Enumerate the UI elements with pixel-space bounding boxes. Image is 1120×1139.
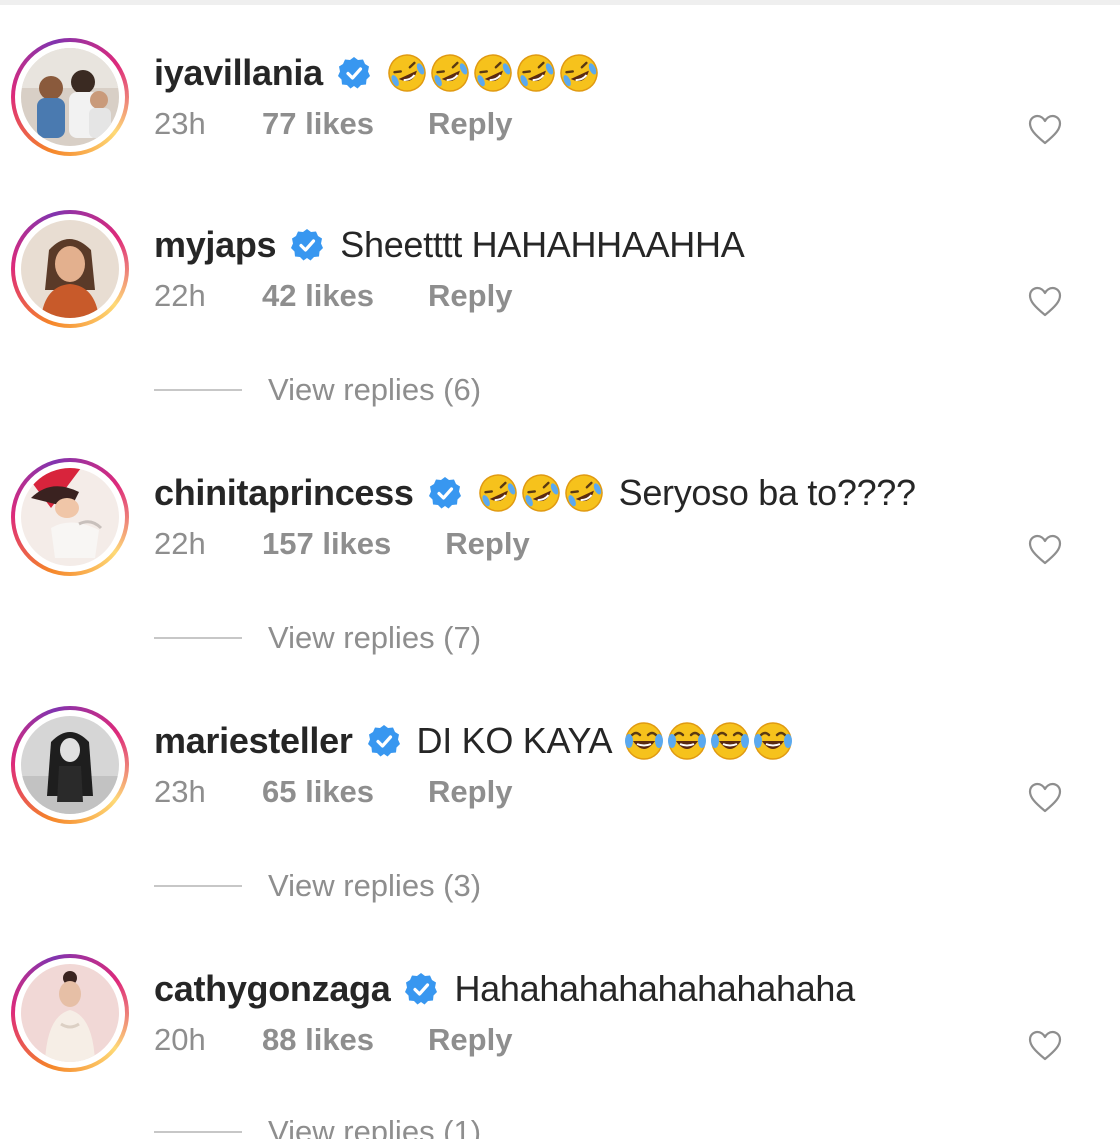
- view-replies-link[interactable]: View replies (6): [154, 370, 481, 410]
- replies-divider: [154, 637, 242, 639]
- comment-header: myjaps Sheetttt HAHAHHAAHHA: [154, 220, 745, 270]
- username[interactable]: chinitaprincess: [154, 472, 414, 514]
- view-replies-label[interactable]: View replies (7): [268, 620, 481, 656]
- heart-icon[interactable]: [1028, 782, 1062, 814]
- verified-badge-icon: [337, 57, 370, 89]
- likes-count[interactable]: 65 likes: [262, 774, 374, 810]
- avatar-photo: [21, 48, 119, 146]
- avatar[interactable]: [11, 210, 129, 328]
- replies-divider: [154, 1131, 242, 1133]
- view-replies-link[interactable]: View replies (3): [154, 866, 481, 906]
- heart-icon[interactable]: [1028, 1030, 1062, 1062]
- comment-meta: 22h 157 likes Reply: [154, 526, 530, 562]
- reply-button[interactable]: Reply: [428, 1022, 512, 1058]
- rolling-laughing-emoji: [517, 54, 555, 92]
- likes-count[interactable]: 42 likes: [262, 278, 374, 314]
- comment-text: Hahahahahahahahahaha: [454, 968, 855, 1009]
- replies-divider: [154, 389, 242, 391]
- verified-badge-icon: [367, 725, 400, 757]
- reply-button[interactable]: Reply: [428, 774, 512, 810]
- comment-header: iyavillania: [154, 48, 614, 98]
- avatar-photo: [21, 468, 119, 566]
- username[interactable]: iyavillania: [154, 52, 323, 94]
- rolling-laughing-emoji: [431, 54, 469, 92]
- avatar[interactable]: [11, 706, 129, 824]
- rolling-laughing-emoji: [478, 474, 517, 512]
- reply-button[interactable]: Reply: [428, 106, 512, 142]
- heart-icon[interactable]: [1028, 114, 1062, 146]
- heart-icon[interactable]: [1028, 286, 1062, 318]
- comment-time: 22h: [154, 526, 206, 561]
- comments-screen: iyavillania 23h 77 likes Reply myjaps Sh…: [0, 0, 1120, 1139]
- username[interactable]: mariesteller: [154, 720, 353, 762]
- likes-count[interactable]: 77 likes: [262, 106, 374, 142]
- comment-time: 23h: [154, 106, 206, 141]
- username[interactable]: cathygonzaga: [154, 968, 391, 1010]
- comment-item: chinitaprincess Seryoso ba to???? 22h 157…: [0, 458, 1120, 628]
- avatar[interactable]: [11, 38, 129, 156]
- avatar-photo: [21, 220, 119, 318]
- comment-meta: 20h 88 likes Reply: [154, 1022, 512, 1058]
- emoji-group: [478, 473, 607, 513]
- verified-badge-icon: [405, 973, 438, 1005]
- top-divider: [0, 0, 1120, 5]
- comment-text: DI KO KAYA: [416, 720, 613, 761]
- rolling-laughing-emoji: [388, 54, 426, 92]
- rolling-laughing-emoji: [474, 54, 512, 92]
- avatar-photo: [21, 716, 119, 814]
- comment-time: 20h: [154, 1022, 206, 1057]
- heart-icon[interactable]: [1028, 534, 1062, 566]
- comment-header: cathygonzaga Hahahahahahahahahaha: [154, 964, 855, 1014]
- avatar[interactable]: [11, 954, 129, 1072]
- reply-button[interactable]: Reply: [445, 526, 529, 562]
- likes-count[interactable]: 88 likes: [262, 1022, 374, 1058]
- rolling-laughing-emoji: [564, 474, 603, 512]
- joy-emoji: [754, 722, 793, 760]
- view-replies-label[interactable]: View replies (1): [268, 1114, 481, 1139]
- replies-divider: [154, 885, 242, 887]
- comment-header: chinitaprincess Seryoso ba to????: [154, 468, 916, 518]
- comment-item: myjaps Sheetttt HAHAHHAAHHA 22h 42 likes R…: [0, 210, 1120, 380]
- reply-button[interactable]: Reply: [428, 278, 512, 314]
- joy-emoji: [625, 722, 664, 760]
- emoji-group: [624, 721, 796, 761]
- view-replies-label[interactable]: View replies (3): [268, 868, 481, 904]
- view-replies-link[interactable]: View replies (7): [154, 618, 481, 658]
- joy-emoji: [668, 722, 707, 760]
- view-replies-label[interactable]: View replies (6): [268, 372, 481, 408]
- username[interactable]: myjaps: [154, 224, 277, 266]
- avatar-photo: [21, 964, 119, 1062]
- comment-time: 23h: [154, 774, 206, 809]
- verified-badge-icon: [291, 229, 324, 261]
- view-replies-link[interactable]: View replies (1): [154, 1112, 481, 1139]
- comment-meta: 22h 42 likes Reply: [154, 278, 512, 314]
- comment-item: iyavillania 23h 77 likes Reply: [0, 38, 1120, 208]
- comment-item: mariesteller DI KO KAYA 23h 65 likes Reply: [0, 706, 1120, 876]
- avatar[interactable]: [11, 458, 129, 576]
- comment-header: mariesteller DI KO KAYA: [154, 716, 808, 766]
- comment-text: Sheetttt HAHAHHAAHHA: [340, 224, 745, 265]
- likes-count[interactable]: 157 likes: [262, 526, 391, 562]
- comment-time: 22h: [154, 278, 206, 313]
- joy-emoji: [711, 722, 750, 760]
- comment-meta: 23h 65 likes Reply: [154, 774, 512, 810]
- rolling-laughing-emoji: [521, 474, 560, 512]
- comment-item: cathygonzaga Hahahahahahahahahaha 20h 88 …: [0, 954, 1120, 1124]
- emoji-group: [387, 53, 602, 93]
- comment-meta: 23h 77 likes Reply: [154, 106, 512, 142]
- comment-text: Seryoso ba to????: [618, 472, 916, 513]
- verified-badge-icon: [428, 477, 461, 509]
- rolling-laughing-emoji: [560, 54, 598, 92]
